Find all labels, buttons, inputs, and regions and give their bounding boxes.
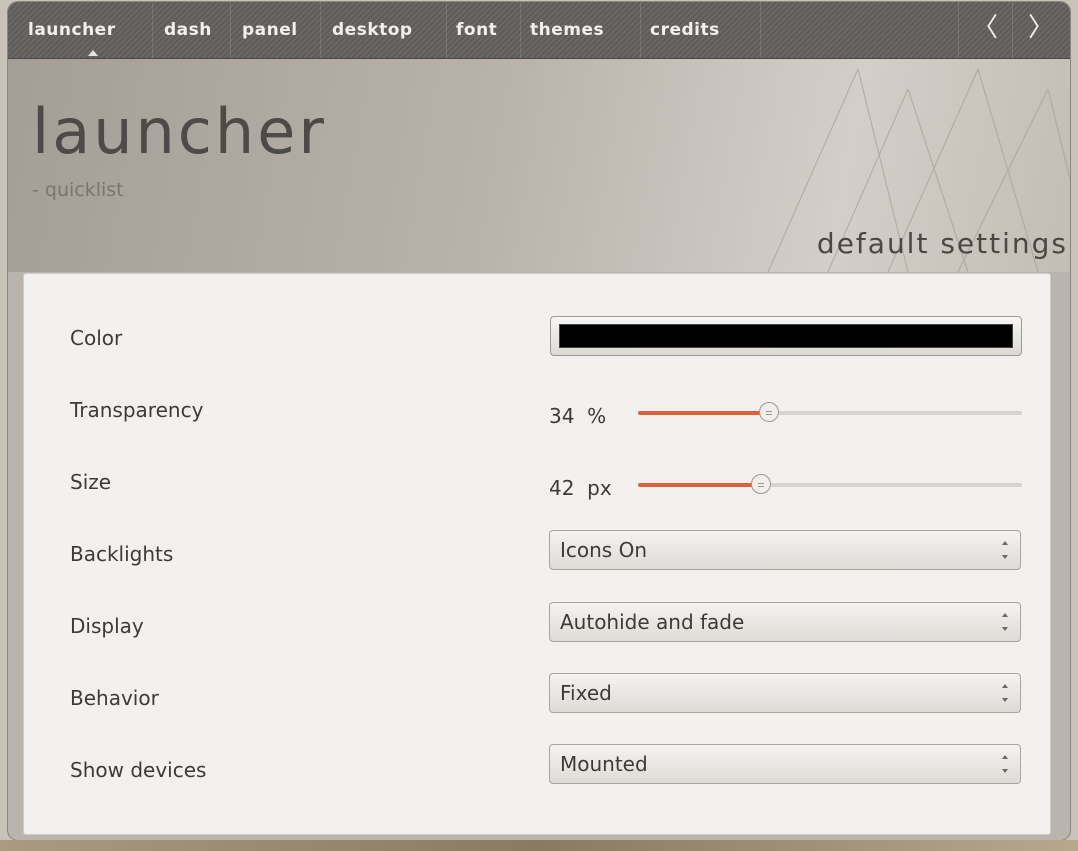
page-header: launcher - quicklist default settings	[8, 59, 1070, 272]
nav-divider	[760, 2, 761, 58]
display-select[interactable]: Autohide and fade	[549, 602, 1021, 642]
default-settings-link[interactable]: default settings	[817, 227, 1068, 260]
nav-divider	[958, 2, 959, 58]
transparency-slider[interactable]	[638, 402, 1022, 422]
transparency-unit: %	[587, 404, 607, 428]
backlights-select[interactable]: Icons On	[549, 530, 1021, 570]
behavior-select[interactable]: Fixed	[549, 673, 1021, 713]
backlights-label: Backlights	[70, 542, 174, 566]
tab-launcher[interactable]: launcher	[28, 16, 116, 44]
transparency-label: Transparency	[70, 398, 204, 422]
show-devices-select[interactable]: Mounted	[549, 744, 1021, 784]
tab-font[interactable]: font	[456, 16, 497, 44]
nav-divider	[152, 2, 153, 58]
nav-divider	[1012, 2, 1013, 58]
spinner-arrows-icon	[1000, 611, 1010, 633]
forward-button[interactable]: 〉	[1022, 8, 1060, 48]
top-nav: launcher dash panel desktop font themes …	[8, 2, 1070, 59]
behavior-label: Behavior	[70, 686, 159, 710]
transparency-slider-thumb[interactable]	[759, 402, 779, 422]
size-slider-thumb[interactable]	[751, 474, 771, 494]
show-devices-selected: Mounted	[560, 752, 648, 776]
page-subtitle: - quicklist	[32, 179, 124, 201]
chevron-right-icon: 〉	[1027, 13, 1054, 43]
tab-credits[interactable]: credits	[650, 16, 720, 44]
color-label: Color	[70, 326, 123, 350]
size-slider-fill	[638, 483, 761, 487]
display-label: Display	[70, 614, 144, 638]
size-value: 42 px	[549, 476, 612, 500]
app-window: launcher dash panel desktop font themes …	[8, 2, 1070, 840]
tab-dash[interactable]: dash	[164, 16, 212, 44]
settings-panel: Color Transparency 34 % Size 42 px Backl…	[23, 273, 1051, 835]
active-tab-indicator	[88, 50, 98, 56]
transparency-slider-fill	[638, 411, 769, 415]
tab-panel[interactable]: panel	[242, 16, 298, 44]
show-devices-label: Show devices	[70, 758, 207, 782]
backlights-selected: Icons On	[560, 538, 648, 562]
spinner-arrows-icon	[1000, 682, 1010, 704]
transparency-value: 34 %	[549, 404, 606, 428]
color-picker-button[interactable]	[550, 316, 1022, 356]
color-swatch	[559, 324, 1013, 348]
nav-divider	[446, 2, 447, 58]
desktop-background-edge	[0, 840, 1078, 851]
nav-divider	[520, 2, 521, 58]
tab-desktop[interactable]: desktop	[332, 16, 413, 44]
size-unit: px	[587, 476, 612, 500]
page-title: launcher	[32, 95, 327, 168]
transparency-number: 34	[549, 404, 575, 428]
nav-divider	[640, 2, 641, 58]
display-selected: Autohide and fade	[560, 610, 745, 634]
nav-divider	[320, 2, 321, 58]
tab-themes[interactable]: themes	[530, 16, 604, 44]
back-button[interactable]: 〈	[966, 8, 1004, 48]
behavior-selected: Fixed	[560, 681, 612, 705]
nav-divider	[230, 2, 231, 58]
spinner-arrows-icon	[1000, 539, 1010, 561]
size-label: Size	[70, 470, 112, 494]
size-number: 42	[549, 476, 575, 500]
chevron-left-icon: 〈	[971, 13, 998, 43]
spinner-arrows-icon	[1000, 753, 1010, 775]
size-slider[interactable]	[638, 474, 1022, 494]
